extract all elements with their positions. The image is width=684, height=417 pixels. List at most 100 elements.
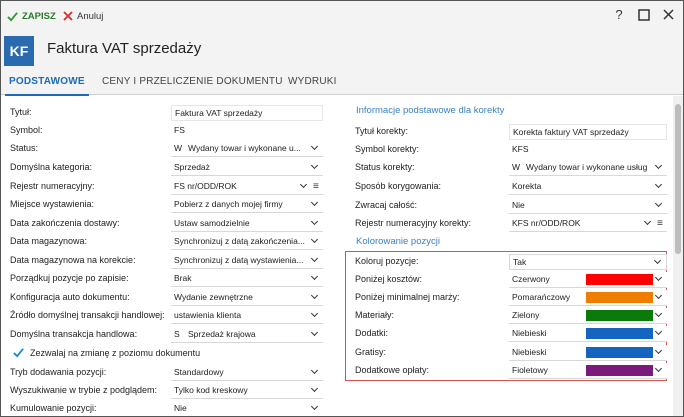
chevron-down-icon[interactable] [311,327,320,341]
left-field-13[interactable]: Standardowy [171,365,323,381]
chevron-down-icon[interactable] [311,141,320,155]
field-prefix: S [174,329,180,339]
left-label-1: Symbol: [10,125,43,135]
color-label-1: Poniżej kosztów: [355,274,423,284]
chevron-down-icon[interactable] [311,401,320,415]
field-value: Nie [512,200,525,210]
chevron-down-icon[interactable] [311,234,320,248]
chevron-down-icon[interactable] [655,160,664,174]
field-value: Tylko kod kreskowy [174,385,248,395]
chevron-down-icon[interactable] [655,345,664,359]
save-label: ZAPISZ [22,10,56,22]
field-value: Brak [174,273,192,283]
close-icon[interactable] [660,7,676,23]
color-select-5[interactable]: Niebieski [509,345,667,361]
left-field-9[interactable]: Brak [171,271,323,287]
left-field-0[interactable]: Faktura VAT sprzedaży [171,105,323,121]
color-select-3[interactable]: Zielony [509,308,667,324]
left-field-1: FS [171,123,323,139]
color-select-0[interactable]: Tak [509,254,667,270]
left-label-10: Konfiguracja auto dokumentu: [10,292,130,302]
chevron-down-icon[interactable] [311,216,320,230]
chevron-down-icon[interactable] [311,253,320,267]
left-field-7[interactable]: Synchronizuj z datą zakończenia... [171,234,323,250]
field-value: ustawienia klienta [174,310,242,320]
scroll-thumb[interactable] [675,104,681,254]
chevron-down-icon[interactable] [311,160,320,174]
field-value: Sprzedaż [174,162,210,172]
field-value: FS nr/ODD/ROK [174,181,237,191]
left-field-2[interactable]: W Wydany towar i wykonane u... [171,141,323,157]
left-label-2: Status: [10,143,39,153]
allow-change-checkbox[interactable]: Zezwalaj na zmianę z poziomu dokumentu [13,347,200,358]
chevron-down-icon[interactable] [311,290,320,304]
chevron-down-icon[interactable] [655,198,664,212]
color-label-2: Poniżej minimalnej marży: [355,292,460,302]
left-label-15: Kumulowanie pozycji: [10,403,97,413]
chevron-down-icon[interactable] [300,179,309,193]
right-field-0[interactable]: Korekta faktury VAT sprzedaży [509,124,667,140]
left-field-5[interactable]: Pobierz z danych mojej firmy [171,197,323,213]
color-select-6[interactable]: Fioletowy [509,363,667,379]
left-field-11[interactable]: ustawienia klienta [171,308,323,324]
chevron-down-icon[interactable] [655,272,664,286]
tab-podstawowe[interactable]: PODSTAWOWE [5,76,89,96]
field-value: Pobierz z danych mojej firmy [174,199,283,209]
chevron-down-icon[interactable] [311,308,320,322]
right-label-2: Status korekty: [355,162,415,172]
left-field-12[interactable]: S Sprzedaż krajowa [171,327,323,343]
tab-wydruki[interactable]: WYDRUKI [288,76,337,87]
left-label-9: Porządkuj pozycje po zapisie: [10,273,129,283]
toolbar: ZAPISZ Anuluj ? [1,1,683,31]
chevron-down-icon[interactable] [655,326,664,340]
left-field-8[interactable]: Synchronizuj z datą wystawienia... [171,253,323,269]
right-label-5: Rejestr numeracyjny korekty: [355,218,472,228]
field-value: Synchronizuj z datą zakończenia... [174,236,305,246]
right-field-1: KFS [509,142,667,158]
help-icon[interactable]: ? [611,7,627,23]
color-select-4[interactable]: Niebieski [509,326,667,342]
left-field-3[interactable]: Sprzedaż [171,160,323,176]
chevron-down-icon[interactable] [311,383,320,397]
chevron-down-icon[interactable] [654,255,663,269]
left-label-5: Miejsce wystawienia: [10,199,95,209]
cancel-button[interactable]: Anuluj [63,9,103,23]
document-type-logo: KF [4,36,34,66]
right-field-5[interactable]: KFS nr/ODD/ROK [509,216,667,232]
list-menu-icon[interactable]: ≡ [313,180,321,194]
field-value: Synchronizuj z datą wystawienia... [174,255,304,265]
field-value: Wydanie zewnętrzne [174,292,253,302]
chevron-down-icon[interactable] [311,197,320,211]
left-field-10[interactable]: Wydanie zewnętrzne [171,290,323,306]
vertical-scrollbar[interactable] [673,96,683,416]
list-menu-icon[interactable]: ≡ [657,217,665,231]
left-label-0: Tytuł: [10,107,32,117]
tab-ceny[interactable]: CENY I PRZELICZENIE DOKUMENTU [102,76,283,87]
left-field-6[interactable]: Ustaw samodzielnie [171,216,323,232]
chevron-down-icon[interactable] [311,365,320,379]
field-value: Wydany towar i wykonane u... [188,143,301,153]
header: KF Faktura VAT sprzedaży [1,31,683,69]
left-field-14[interactable]: Tylko kod kreskowy [171,383,323,399]
right-field-4[interactable]: Nie [509,198,667,214]
left-field-4[interactable]: FS nr/ODD/ROK [171,179,323,195]
left-field-15[interactable]: Nie [171,401,323,416]
maximize-icon[interactable] [636,7,652,23]
save-button[interactable]: ZAPISZ [7,9,56,23]
color-label-3: Materiały: [355,310,395,320]
chevron-down-icon[interactable] [655,290,664,304]
left-label-8: Data magazynowa na korekcie: [10,255,136,265]
chevron-down-icon[interactable] [644,216,653,230]
color-select-1[interactable]: Czerwony [509,272,667,288]
cancel-label: Anuluj [77,10,104,22]
color-select-2[interactable]: Pomarańczowy [509,290,667,306]
right-label-1: Symbol korekty: [355,144,420,154]
right-field-2[interactable]: W Wydany towar i wykonane usług [509,160,667,176]
tab-bar: PODSTAWOWE CENY I PRZELICZENIE DOKUMENTU… [1,69,683,96]
color-swatch [586,310,653,321]
right-field-3[interactable]: Korekta [509,179,667,195]
chevron-down-icon[interactable] [655,308,664,322]
chevron-down-icon[interactable] [655,179,664,193]
chevron-down-icon[interactable] [655,363,664,377]
chevron-down-icon[interactable] [311,271,320,285]
